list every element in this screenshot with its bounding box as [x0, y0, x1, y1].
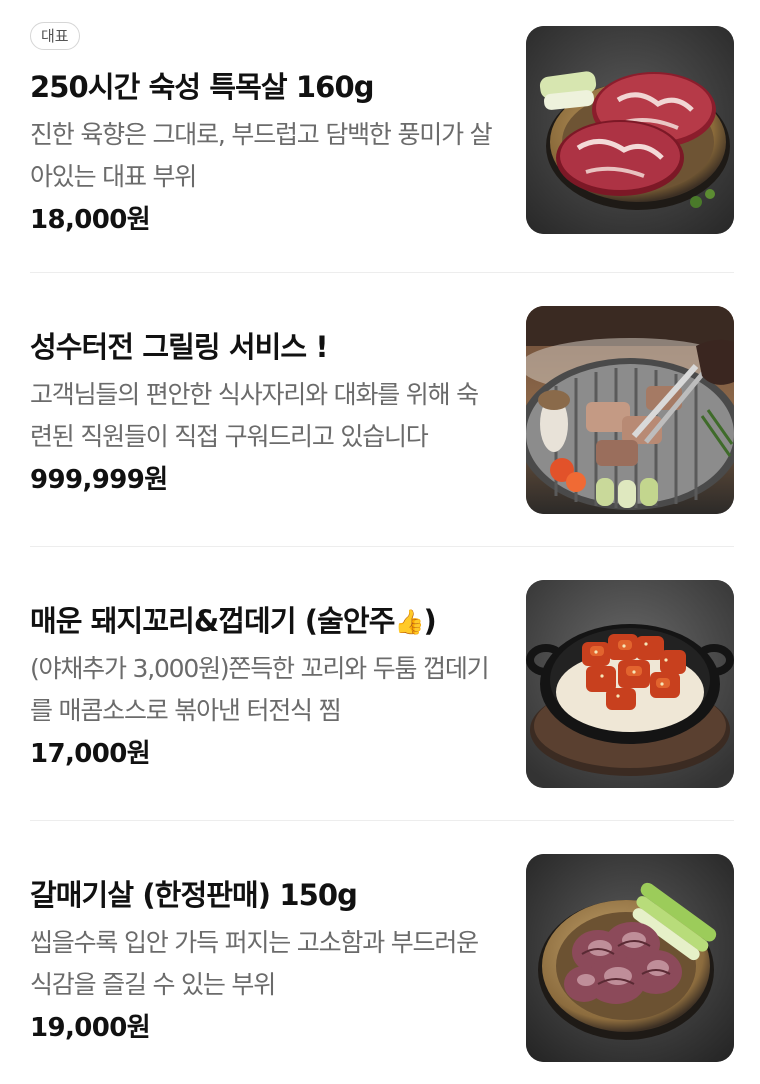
menu-item-text: 대표 250시간 숙성 특목살 160g 진한 육향은 그대로, 부드럽고 담백…: [30, 22, 500, 235]
grilling-service-photo: [526, 306, 734, 514]
menu-item-text: 성수터전 그릴링 서비스 ! 고객님들의 편안한 식사자리와 대화를 위해 숙련…: [30, 306, 500, 514]
divider: [30, 546, 734, 547]
item-name: 갈매기살 (한정판매) 150g: [30, 878, 358, 912]
spicy-pork-tail-skillet-photo: [526, 580, 734, 788]
menu-item-text: 매운 돼지꼬리&껍데기 (술안주👍) (야채추가 3,000원)쫀득한 꼬리와 …: [30, 580, 500, 788]
signature-badge: 대표: [30, 22, 80, 50]
item-name: 성수터전 그릴링 서비스 !: [30, 330, 329, 364]
item-description: 진한 육향은 그대로, 부드럽고 담백한 풍미가 살아있는 대표 부위: [30, 120, 493, 191]
item-price: 19,000원: [30, 1013, 151, 1043]
item-name: 매운 돼지꼬리&껍데기 (술안주👍): [30, 603, 510, 639]
menu-item-spicy-pork-tail[interactable]: 매운 돼지꼬리&껍데기 (술안주👍) (야채추가 3,000원)쫀득한 꼬리와 …: [30, 580, 734, 788]
item-description: (야채추가 3,000원)쫀득한 꼬리와 두툼 껍데기를 매콤소스로 볶아낸 터…: [30, 654, 490, 725]
menu-item-pork-neck[interactable]: 대표 250시간 숙성 특목살 160g 진한 육향은 그대로, 부드럽고 담백…: [30, 22, 734, 235]
item-price: 999,999원: [30, 465, 168, 495]
menu-list: 대표 250시간 숙성 특목살 160g 진한 육향은 그대로, 부드럽고 담백…: [0, 0, 760, 1084]
divider: [30, 272, 734, 273]
item-description: 고객님들의 편안한 식사자리와 대화를 위해 숙련된 직원들이 직접 구워드리고…: [30, 380, 479, 451]
item-price: 18,000원: [30, 205, 151, 235]
item-name: 250시간 숙성 특목살 160g: [30, 70, 374, 104]
item-name-text: 매운 돼지꼬리&껍데기 (술안주: [30, 604, 395, 638]
menu-item-text: 갈매기살 (한정판매) 150g 씹을수록 입안 가득 퍼지는 고소함과 부드러…: [30, 854, 500, 1062]
item-name-suffix: ): [423, 604, 436, 638]
thumbs-up-icon: 👍: [394, 608, 425, 636]
item-description: 씹을수록 입안 가득 퍼지는 고소함과 부드러운 식감을 즐길 수 있는 부위: [30, 928, 479, 999]
divider: [30, 820, 734, 821]
skirt-meat-plate-photo: [526, 854, 734, 1062]
item-price: 17,000원: [30, 739, 151, 769]
menu-item-grilling-service[interactable]: 성수터전 그릴링 서비스 ! 고객님들의 편안한 식사자리와 대화를 위해 숙련…: [30, 306, 734, 514]
menu-item-skirt-meat[interactable]: 갈매기살 (한정판매) 150g 씹을수록 입안 가득 퍼지는 고소함과 부드러…: [30, 854, 734, 1062]
grilled-pork-neck-photo: [526, 26, 734, 234]
